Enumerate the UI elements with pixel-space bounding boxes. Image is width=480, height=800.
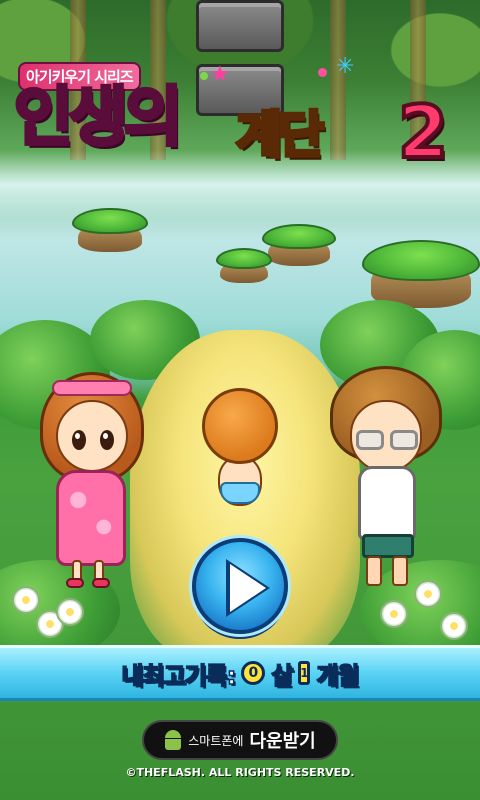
tree-trunk <box>330 0 346 160</box>
title-part2: 계단 <box>234 106 326 164</box>
download-prefix: 스마트폰에 <box>188 733 244 748</box>
record-months: 1 <box>298 661 311 685</box>
title-part1: 인생의 <box>12 81 185 155</box>
flower <box>56 598 84 626</box>
record-years: 0 <box>241 661 266 685</box>
floating-island <box>216 248 272 286</box>
download-button[interactable]: 스마트폰에 다운받기 <box>142 720 338 760</box>
record-years-unit: 살 <box>271 661 295 691</box>
stone-block <box>196 0 284 52</box>
sparkle-dot <box>200 72 208 80</box>
sparkle-icon: ✳ <box>336 54 355 79</box>
flower <box>380 600 408 628</box>
flower <box>414 580 442 608</box>
download-label: 다운받기 <box>249 731 316 752</box>
floating-island <box>72 208 148 256</box>
sparkle-dot <box>318 68 327 77</box>
game-title-screen: 아기키우기 시리즈 인생의 계단 2 ★ ✳ 내최고기록: 0 살 1 개월 스… <box>0 0 480 800</box>
copyright-text: ©THEFLASH. ALL RIGHTS RESERVED. <box>125 766 355 779</box>
best-record-bar: 내최고기록: 0 살 1 개월 <box>0 645 480 701</box>
record-label: 내최고기록: <box>121 661 238 691</box>
record-months-unit: 개월 <box>316 661 361 691</box>
flower <box>440 612 468 640</box>
star-icon: ★ <box>210 62 230 87</box>
android-icon <box>164 730 182 750</box>
flower <box>12 586 40 614</box>
title-part3: 2 <box>396 90 450 174</box>
play-button[interactable] <box>192 538 288 634</box>
floating-island <box>262 224 336 270</box>
